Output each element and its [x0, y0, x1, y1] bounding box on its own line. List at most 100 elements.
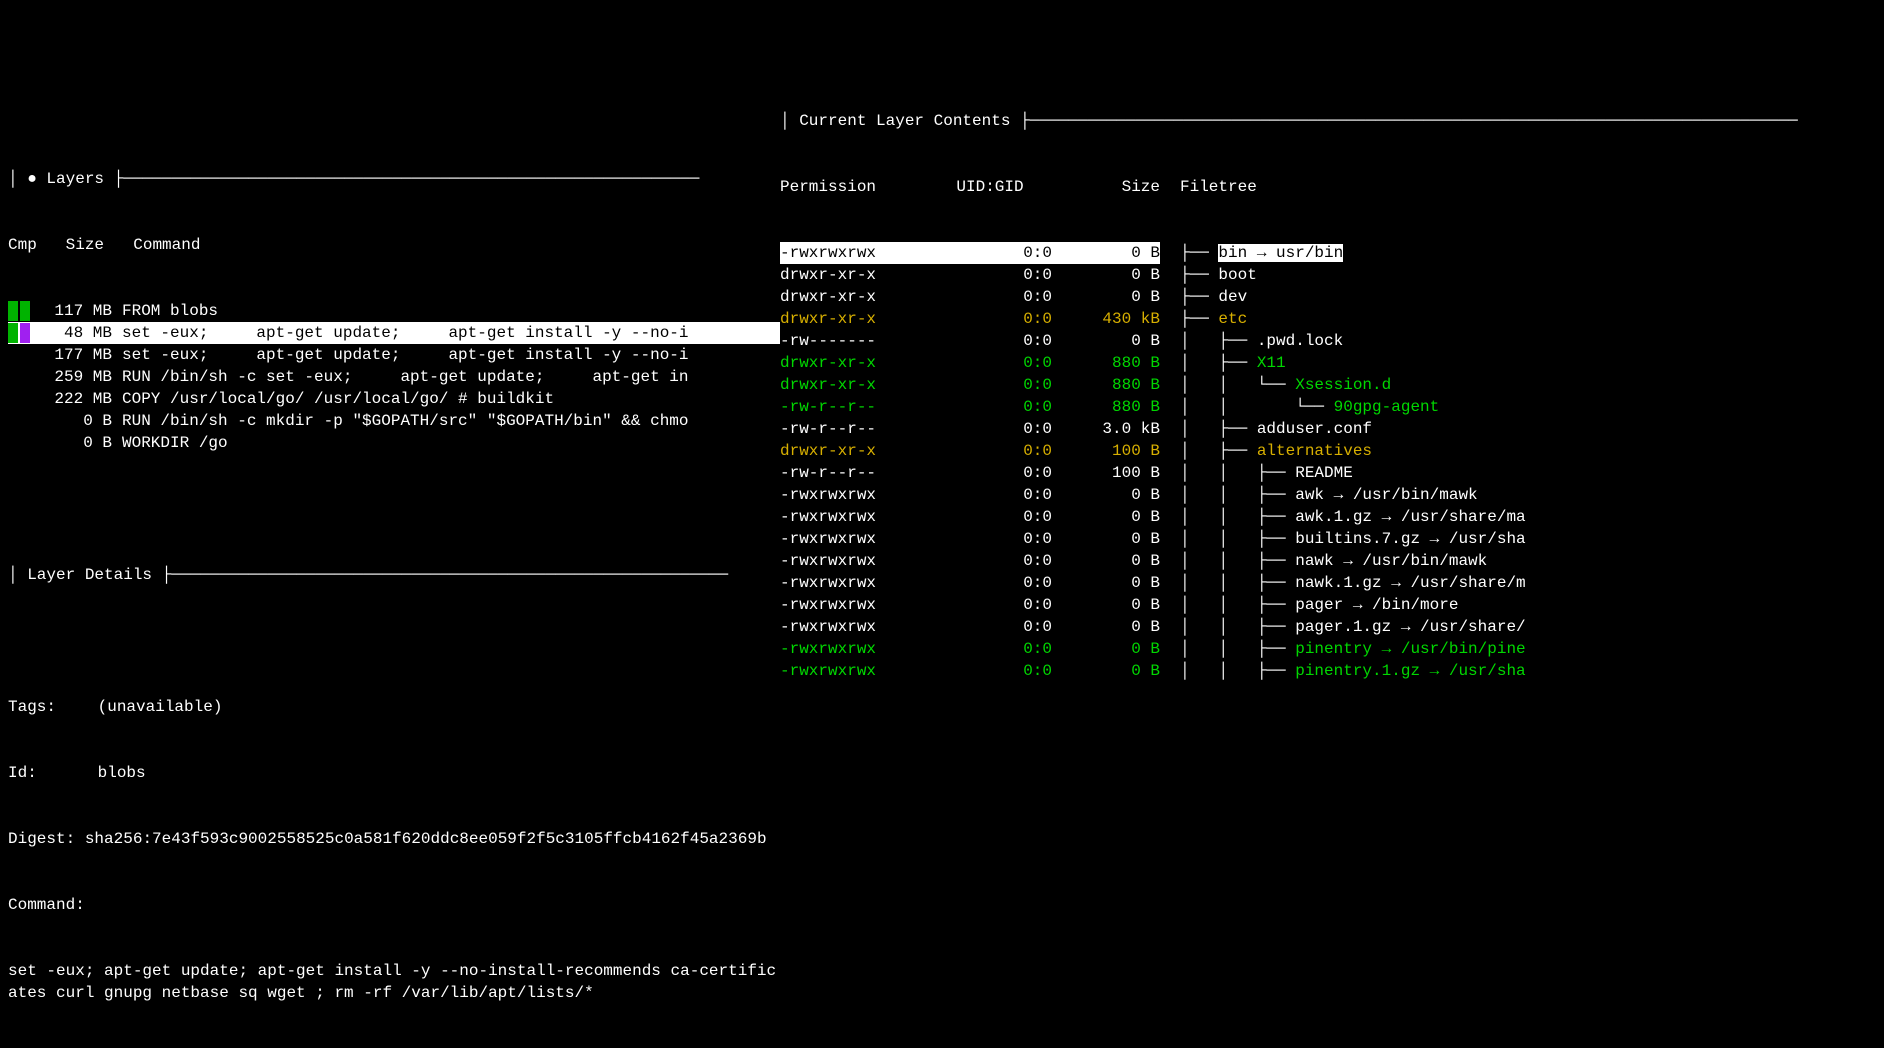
- tree-node: │ │ └── Xsession.d: [1160, 374, 1391, 396]
- filetree-row[interactable]: -rwxrwxrwx0:00 B├── bin → usr/bin: [780, 242, 1884, 264]
- header-size: Size: [66, 234, 114, 256]
- filetree-row[interactable]: -rwxrwxrwx0:00 B│ │ ├── nawk.1.gz → /usr…: [780, 572, 1884, 594]
- file-name: README: [1295, 464, 1353, 482]
- filetree-row[interactable]: -rwxrwxrwx0:00 B│ │ ├── awk → /usr/bin/m…: [780, 484, 1884, 506]
- file-size: 0 B: [1060, 484, 1160, 506]
- layer-row[interactable]: 259 MBRUN /bin/sh -c set -eux; apt-get u…: [8, 366, 780, 388]
- filetree-row[interactable]: -rwxrwxrwx0:00 B│ │ ├── pinentry → /usr/…: [780, 638, 1884, 660]
- right-pane: │ Current Layer Contents ├──────────────…: [780, 66, 1884, 672]
- permission: drwxr-xr-x: [780, 264, 915, 286]
- permission: drwxr-xr-x: [780, 374, 915, 396]
- filetree-row[interactable]: -rw-------0:00 B│ ├── .pwd.lock: [780, 330, 1884, 352]
- uidgid: 0:0: [915, 506, 1060, 528]
- tree-prefix: │ │ ├──: [1180, 640, 1295, 658]
- filetree-row[interactable]: drwxr-xr-x0:00 B├── dev: [780, 286, 1884, 308]
- layer-row[interactable]: 177 MBset -eux; apt-get update; apt-get …: [8, 344, 780, 366]
- tree-prefix: │ │ └──: [1180, 376, 1295, 394]
- file-size: 0 B: [1060, 506, 1160, 528]
- tree-prefix: ├──: [1180, 266, 1218, 284]
- filetree-row[interactable]: drwxr-xr-x0:0880 B│ │ └── Xsession.d: [780, 374, 1884, 396]
- header-cmp: Cmp: [8, 236, 37, 254]
- filetree-row[interactable]: drwxr-xr-x0:0100 B│ ├── alternatives: [780, 440, 1884, 462]
- layer-row[interactable]: 0 BWORKDIR /go: [8, 432, 780, 454]
- file-name: Xsession.d: [1295, 376, 1391, 394]
- uidgid: 0:0: [915, 286, 1060, 308]
- digest-value: sha256:7e43f593c9002558525c0a581f620ddc8…: [85, 830, 767, 848]
- details-command-value: set -eux; apt-get update; apt-get instal…: [8, 960, 778, 1004]
- tree-node: │ │ ├── nawk.1.gz → /usr/share/m: [1160, 572, 1526, 594]
- layers-section-header: │ ● Layers ├────────────────────────────…: [8, 168, 780, 190]
- tags-value: (unavailable): [98, 698, 223, 716]
- filetree-row[interactable]: drwxr-xr-x0:0880 B│ ├── X11: [780, 352, 1884, 374]
- file-name: pinentry.1.gz → /usr/sha: [1295, 662, 1525, 680]
- layers-title: ● Layers: [27, 170, 104, 188]
- permission: drwxr-xr-x: [780, 286, 915, 308]
- tree-prefix: │ │ ├──: [1180, 596, 1295, 614]
- tree-prefix: │ │ ├──: [1180, 662, 1295, 680]
- uidgid: 0:0: [915, 418, 1060, 440]
- tree-prefix: │ │ ├──: [1180, 574, 1295, 592]
- tree-prefix: │ ├──: [1180, 332, 1257, 350]
- tree-node: │ │ ├── pinentry.1.gz → /usr/sha: [1160, 660, 1526, 682]
- permission: -rwxrwxrwx: [780, 572, 915, 594]
- file-name: nawk.1.gz → /usr/share/m: [1295, 574, 1525, 592]
- tree-node: │ ├── .pwd.lock: [1160, 330, 1343, 352]
- tree-node: │ │ ├── pager → /bin/more: [1160, 594, 1458, 616]
- tree-prefix: ├──: [1180, 244, 1218, 262]
- permission: -rwxrwxrwx: [780, 616, 915, 638]
- file-size: 0 B: [1060, 660, 1160, 682]
- tree-node: │ ├── X11: [1160, 352, 1286, 374]
- contents-section-header: │ Current Layer Contents ├──────────────…: [780, 110, 1884, 132]
- file-size: 880 B: [1060, 396, 1160, 418]
- uidgid: 0:0: [915, 462, 1060, 484]
- filetree-row[interactable]: -rwxrwxrwx0:00 B│ │ ├── pinentry.1.gz → …: [780, 660, 1884, 682]
- file-name: pager → /bin/more: [1295, 596, 1458, 614]
- filetree-row[interactable]: -rwxrwxrwx0:00 B│ │ ├── builtins.7.gz → …: [780, 528, 1884, 550]
- tree-prefix: │ │ ├──: [1180, 530, 1295, 548]
- filetree-row[interactable]: -rwxrwxrwx0:00 B│ │ ├── nawk → /usr/bin/…: [780, 550, 1884, 572]
- permission: -rw-r--r--: [780, 462, 915, 484]
- filetree-row[interactable]: drwxr-xr-x0:00 B├── boot: [780, 264, 1884, 286]
- tree-node: │ │ ├── nawk → /usr/bin/mawk: [1160, 550, 1487, 572]
- layer-size: 0 B: [32, 410, 122, 432]
- filetree-row[interactable]: -rwxrwxrwx0:00 B│ │ ├── awk.1.gz → /usr/…: [780, 506, 1884, 528]
- tree-node: ├── etc: [1160, 308, 1247, 330]
- tree-prefix: │ │ ├──: [1180, 464, 1295, 482]
- layer-size: 222 MB: [32, 388, 122, 410]
- tree-prefix: │ │ └──: [1180, 398, 1334, 416]
- details-id-row: Id: blobs: [8, 762, 780, 784]
- permission: drwxr-xr-x: [780, 440, 915, 462]
- filetree-row[interactable]: -rw-r--r--0:0100 B│ │ ├── README: [780, 462, 1884, 484]
- file-size: 0 B: [1060, 264, 1160, 286]
- tree-node: ├── bin → usr/bin: [1160, 242, 1343, 264]
- tree-node: │ │ └── 90gpg-agent: [1160, 396, 1439, 418]
- tree-prefix: ├──: [1180, 310, 1218, 328]
- layer-row[interactable]: 222 MBCOPY /usr/local/go/ /usr/local/go/…: [8, 388, 780, 410]
- filetree-row[interactable]: drwxr-xr-x0:0430 kB├── etc: [780, 308, 1884, 330]
- tree-node: ├── dev: [1160, 286, 1247, 308]
- tree-node: │ │ ├── pager.1.gz → /usr/share/: [1160, 616, 1526, 638]
- tree-node: │ ├── alternatives: [1160, 440, 1372, 462]
- filetree-row[interactable]: -rwxrwxrwx0:00 B│ │ ├── pager.1.gz → /us…: [780, 616, 1884, 638]
- tree-node: │ │ ├── README: [1160, 462, 1353, 484]
- filetree-row[interactable]: -rw-r--r--0:03.0 kB│ ├── adduser.conf: [780, 418, 1884, 440]
- header-filetree: Filetree: [1160, 176, 1257, 198]
- filetree-row[interactable]: -rwxrwxrwx0:00 B│ │ ├── pager → /bin/mor…: [780, 594, 1884, 616]
- filetree-row[interactable]: -rw-r--r--0:0880 B│ │ └── 90gpg-agent: [780, 396, 1884, 418]
- layer-row[interactable]: 48 MBset -eux; apt-get update; apt-get i…: [8, 322, 780, 344]
- permission: -rwxrwxrwx: [780, 594, 915, 616]
- uidgid: 0:0: [915, 638, 1060, 660]
- id-value: blobs: [98, 764, 146, 782]
- layer-row[interactable]: 117 MBFROM blobs: [8, 300, 780, 322]
- uidgid: 0:0: [915, 330, 1060, 352]
- layer-row[interactable]: 0 BRUN /bin/sh -c mkdir -p "$GOPATH/src"…: [8, 410, 780, 432]
- file-size: 0 B: [1060, 572, 1160, 594]
- tree-node: │ │ ├── pinentry → /usr/bin/pine: [1160, 638, 1526, 660]
- file-name: bin → usr/bin: [1218, 244, 1343, 262]
- layer-command: RUN /bin/sh -c mkdir -p "$GOPATH/src" "$…: [122, 410, 689, 432]
- tree-node: │ │ ├── awk → /usr/bin/mawk: [1160, 484, 1478, 506]
- file-name: awk.1.gz → /usr/share/ma: [1295, 508, 1525, 526]
- layers-header-row: Cmp Size Command: [8, 234, 780, 256]
- layer-size: 259 MB: [32, 366, 122, 388]
- file-size: 880 B: [1060, 352, 1160, 374]
